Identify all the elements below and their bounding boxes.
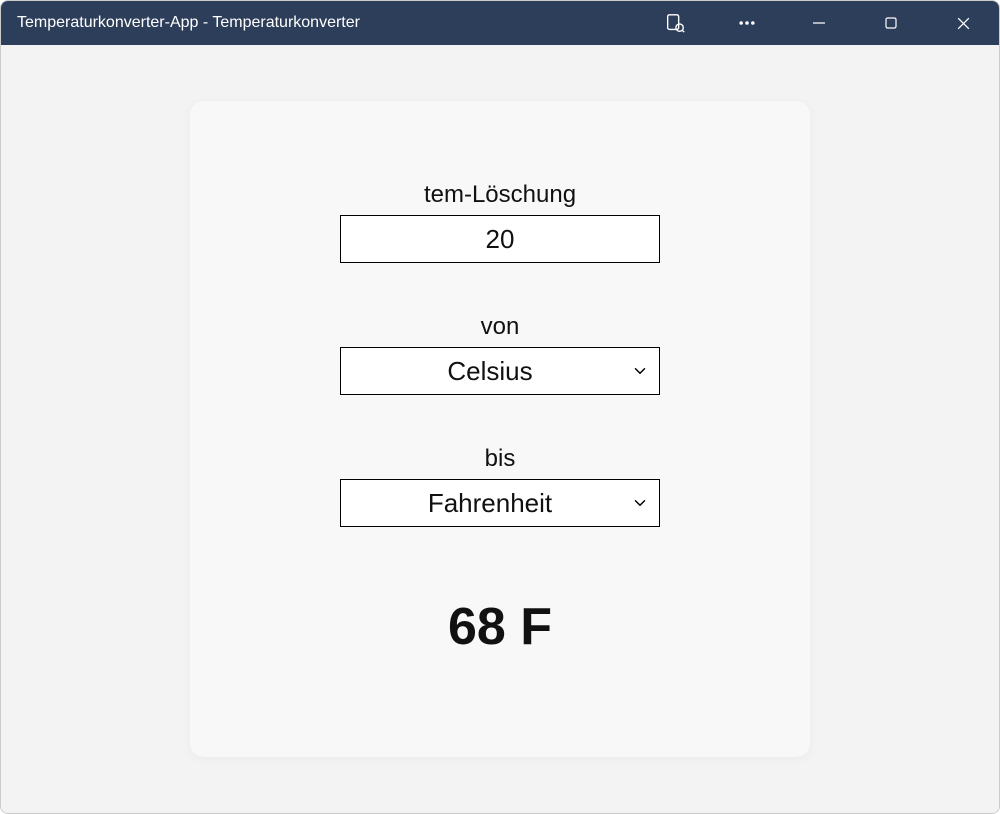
temperature-input[interactable] [340, 215, 660, 263]
from-select[interactable]: Celsius [340, 347, 660, 395]
close-button[interactable] [927, 1, 999, 45]
browse-icon[interactable] [639, 1, 711, 45]
window-title: Temperaturkonverter-App - Temperaturkonv… [17, 14, 639, 32]
titlebar: Temperaturkonverter-App - Temperaturkonv… [1, 1, 999, 45]
from-field-group: von Celsius [340, 313, 660, 395]
minimize-button[interactable] [783, 1, 855, 45]
result-output: 68 F [448, 597, 552, 657]
from-label: von [481, 313, 520, 341]
maximize-button[interactable] [855, 1, 927, 45]
to-label: bis [485, 445, 516, 473]
content-area: tem-Löschung von Celsius bis Fahrenheit … [1, 45, 999, 813]
temperature-field-group: tem-Löschung [340, 181, 660, 263]
temperature-label: tem-Löschung [424, 181, 576, 209]
titlebar-actions [639, 1, 999, 45]
to-select[interactable]: Fahrenheit [340, 479, 660, 527]
app-window: Temperaturkonverter-App - Temperaturkonv… [0, 0, 1000, 814]
more-icon[interactable] [711, 1, 783, 45]
to-field-group: bis Fahrenheit [340, 445, 660, 527]
converter-card: tem-Löschung von Celsius bis Fahrenheit … [190, 101, 810, 757]
